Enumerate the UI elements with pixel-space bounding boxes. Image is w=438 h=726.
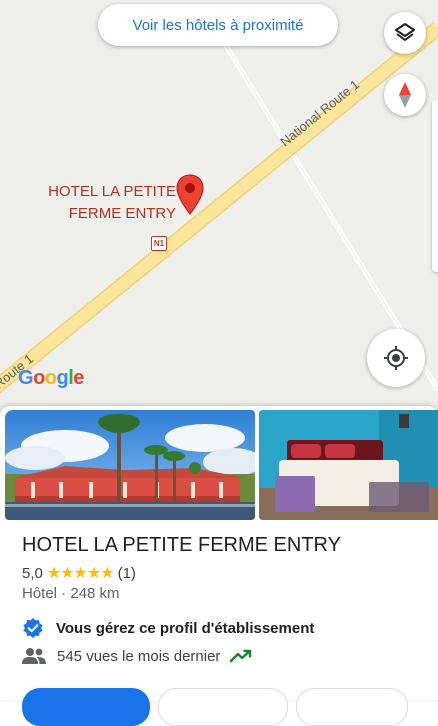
google-logo-letter: o [33,367,45,389]
google-logo-letter: e [73,367,84,389]
manage-profile-text: Vous gérez ce profil d'établissement [56,619,315,637]
google-logo-letter: G [18,367,34,389]
place-label-line2: FERME ENTRY [68,205,176,222]
manage-profile-row[interactable]: Vous gérez ce profil d'établissement [22,617,314,639]
hotel-room-image [259,410,438,520]
layers-button[interactable] [384,12,426,54]
google-logo-letter: o [44,367,57,389]
primary-action-button[interactable] [22,688,150,726]
road-shield-n1: N1 [151,236,167,251]
my-location-icon [384,346,408,370]
hotel-exterior-photo[interactable] [5,410,255,520]
map-pin-icon[interactable] [176,174,204,216]
verified-badge-icon [23,618,43,638]
my-location-button[interactable] [367,329,425,387]
place-label-line1: HOTEL LA PETITE [48,183,176,200]
hotel-exterior-image [5,410,255,520]
google-logo: Google [18,367,84,390]
people-icon [22,648,46,664]
views-text: 545 vues le mois dernier [57,647,221,665]
layers-icon [395,23,415,41]
map-view[interactable]: National Route 1 Route 1 N1 HOTEL LA PET… [0,0,438,420]
compass-button[interactable] [384,74,426,116]
rating-value: 5,0 [22,564,43,582]
rating-row[interactable]: 5,0 ★★★★★ (1) [22,563,136,583]
compass-icon [399,82,411,108]
action-buttons [22,688,408,726]
place-card[interactable]: HOTEL LA PETITE FERME ENTRY 5,0 ★★★★★ (1… [0,406,438,726]
hotel-room-photo[interactable] [259,410,438,520]
trending-up-icon [230,649,252,663]
rating-stars: ★★★★★ [46,565,115,582]
place-title: HOTEL LA PETITE FERME ENTRY [22,534,341,556]
place-label[interactable]: HOTEL LA PETITE FERME ENTRY [40,181,176,225]
category-distance: Hôtel · 248 km [22,585,120,602]
google-logo-letter: g [56,367,69,389]
side-panel-handle[interactable] [432,100,438,272]
secondary-action-button[interactable] [158,688,288,726]
nearby-hotels-button[interactable]: Voir les hôtels à proximité [98,4,338,46]
tertiary-action-button[interactable] [296,688,408,726]
views-row[interactable]: 545 vues le mois dernier [22,647,252,665]
review-count: (1) [117,564,136,582]
